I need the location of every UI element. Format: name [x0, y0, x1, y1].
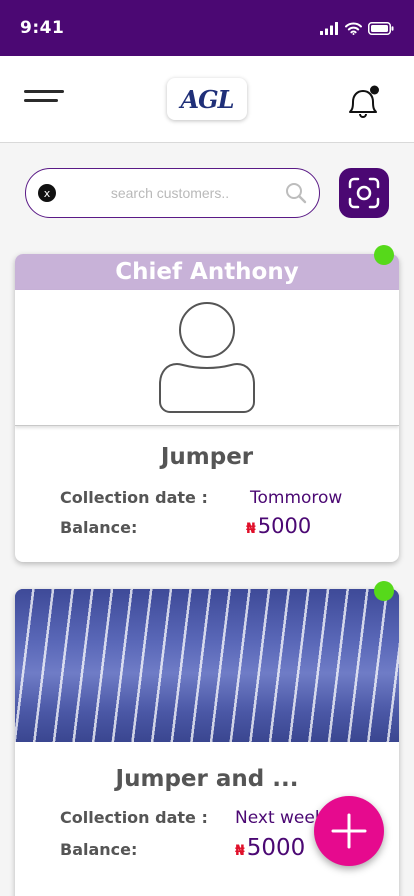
collection-row: Collection date : Next week — [60, 808, 325, 828]
wifi-icon — [345, 22, 362, 35]
search-icon[interactable] — [285, 182, 307, 204]
app-header: AGL — [0, 56, 414, 143]
customer-card[interactable]: Chief Anthony Jumper Collection date : T… — [15, 254, 399, 562]
status-icons — [320, 20, 394, 36]
menu-button[interactable] — [24, 88, 66, 110]
customer-name: Chief Anthony — [15, 254, 399, 290]
item-photo — [15, 589, 399, 742]
item-name: Jumper — [160, 444, 254, 470]
collection-label: Collection date : — [60, 488, 208, 507]
signal-icon — [320, 21, 338, 35]
collection-label: Collection date : — [60, 808, 208, 827]
scan-button[interactable] — [339, 168, 389, 218]
balance-amount: 5000 — [246, 835, 306, 861]
balance-row: Balance: ₦ 5000 — [60, 514, 311, 538]
currency-symbol: ₦ — [246, 521, 256, 537]
user-icon — [159, 301, 255, 413]
notifications-button[interactable] — [344, 84, 384, 118]
bell-icon — [349, 85, 379, 118]
currency-symbol: ₦ — [235, 843, 245, 859]
plus-icon — [331, 813, 367, 849]
online-status-indicator — [374, 581, 394, 601]
customer-avatar — [15, 290, 399, 426]
balance-label: Balance: — [60, 840, 138, 859]
balance-row: Balance: ₦ 5000 — [60, 835, 305, 861]
scan-icon — [348, 177, 380, 209]
balance-amount: 5000 — [257, 514, 312, 538]
logo-text: AGL — [180, 84, 235, 114]
item-name: Jumper and ... — [115, 766, 299, 792]
search-input[interactable] — [70, 179, 270, 207]
online-status-indicator — [374, 245, 394, 265]
menu-icon — [24, 90, 64, 93]
status-time: 9:41 — [20, 18, 65, 38]
clear-search-button[interactable]: x — [38, 184, 56, 202]
collection-row: Collection date : Tommorow — [60, 488, 342, 508]
status-bar: 9:41 — [0, 0, 414, 56]
collection-date: Next week — [235, 808, 325, 828]
menu-icon-line — [24, 99, 58, 102]
battery-icon — [368, 21, 394, 35]
balance-label: Balance: — [60, 518, 138, 537]
search-bar: x — [25, 168, 320, 218]
collection-date: Tommorow — [250, 488, 343, 508]
add-customer-button[interactable] — [314, 796, 384, 866]
app-logo: AGL — [167, 78, 247, 120]
